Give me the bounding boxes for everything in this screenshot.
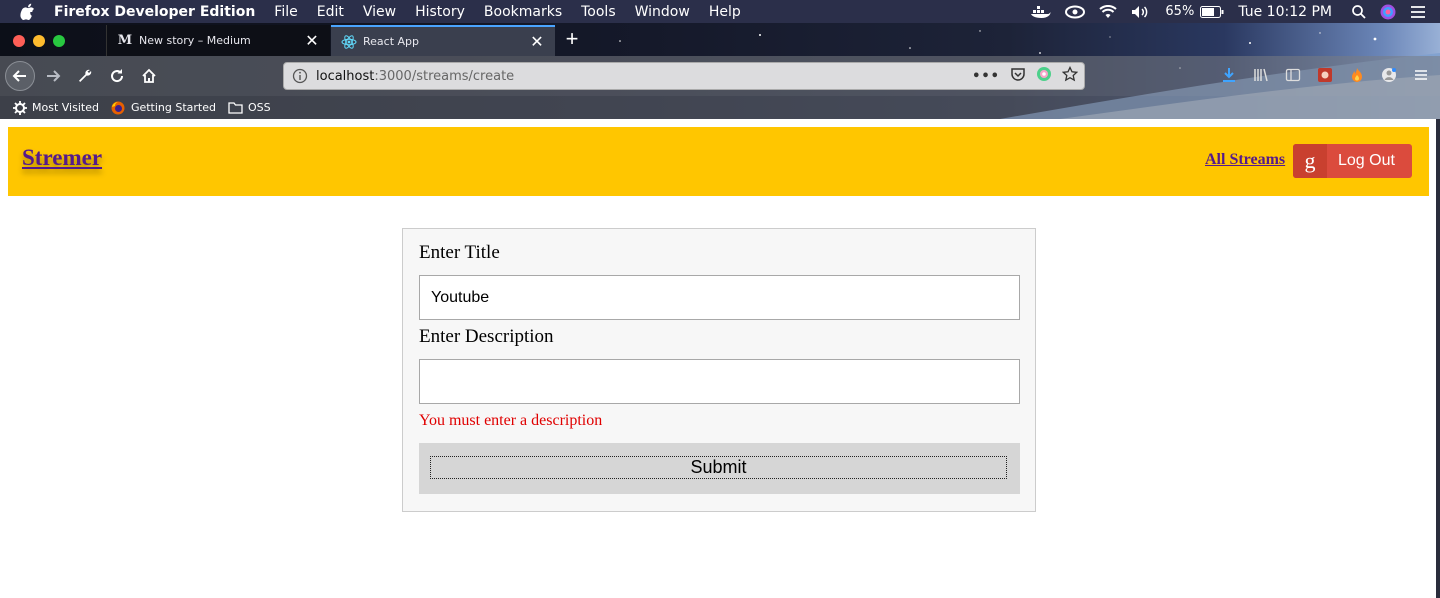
account-icon[interactable] <box>1380 66 1398 84</box>
bookmark-star-icon[interactable] <box>1061 65 1079 86</box>
tab-title: New story – Medium <box>139 34 251 47</box>
navigation-toolbar: localhost:3000/streams/create ••• <box>0 56 1440 96</box>
create-stream-form: Enter Title Enter Description You must e… <box>402 228 1036 512</box>
close-tab-icon[interactable]: ✕ <box>527 32 547 52</box>
sidebar-icon[interactable] <box>1284 66 1302 84</box>
bookmark-getting-started[interactable]: Getting Started <box>111 100 216 115</box>
hamburger-menu-icon[interactable] <box>1412 66 1430 84</box>
close-tab-icon[interactable]: ✕ <box>302 31 322 51</box>
title-input[interactable] <box>419 275 1020 320</box>
forward-arrow-icon[interactable] <box>38 61 68 91</box>
wrench-icon[interactable] <box>70 61 100 91</box>
medium-favicon-icon: M <box>117 33 133 48</box>
tab-title: React App <box>363 35 420 48</box>
menu-history[interactable]: History <box>415 4 465 20</box>
menu-file[interactable]: File <box>274 4 297 20</box>
menu-app-name[interactable]: Firefox Developer Edition <box>54 4 255 20</box>
reload-icon[interactable] <box>102 61 132 91</box>
gear-icon <box>12 100 27 115</box>
toolbar-extensions <box>1220 66 1430 84</box>
brand-link[interactable]: Stremer <box>22 145 102 171</box>
address-bar-actions: ••• <box>972 65 1079 86</box>
site-info-icon[interactable] <box>292 68 308 84</box>
react-favicon-icon <box>341 34 357 50</box>
menu-view[interactable]: View <box>363 4 396 20</box>
back-arrow-icon[interactable] <box>5 61 35 91</box>
spotlight-search-icon[interactable] <box>1352 4 1366 19</box>
submit-button[interactable]: Submit <box>419 443 1020 494</box>
minimize-window-button[interactable] <box>33 35 45 47</box>
siri-icon[interactable] <box>1380 4 1396 20</box>
logout-label: Log Out <box>1338 152 1395 169</box>
bookmark-oss-folder[interactable]: OSS <box>228 100 271 115</box>
downloads-icon[interactable] <box>1220 66 1238 84</box>
window-edge <box>1436 119 1440 598</box>
address-bar[interactable]: localhost:3000/streams/create ••• <box>283 62 1085 90</box>
battery-icon[interactable] <box>1200 5 1224 18</box>
docker-icon[interactable] <box>1031 5 1051 19</box>
zoom-window-button[interactable] <box>53 35 65 47</box>
tab-react-app[interactable]: React App ✕ <box>331 25 555 56</box>
bookmark-label: OSS <box>248 101 271 114</box>
description-label: Enter Description <box>419 326 554 347</box>
description-error-message: You must enter a description <box>419 412 603 429</box>
home-icon[interactable] <box>134 61 164 91</box>
google-g-icon: g <box>1293 144 1327 178</box>
firefox-icon <box>111 100 126 115</box>
tab-medium[interactable]: M New story – Medium ✕ <box>106 25 330 56</box>
menubar-clock[interactable]: Tue 10:12 PM <box>1238 4 1332 20</box>
macos-menu-bar: Firefox Developer Edition File Edit View… <box>0 0 1440 23</box>
extension-red-icon[interactable] <box>1316 66 1334 84</box>
all-streams-link[interactable]: All Streams <box>1205 151 1285 169</box>
apple-logo-icon[interactable] <box>20 3 36 20</box>
menu-tools[interactable]: Tools <box>581 4 616 20</box>
menu-window[interactable]: Window <box>635 4 690 20</box>
creative-cloud-icon[interactable] <box>1065 5 1086 19</box>
bookmark-label: Getting Started <box>130 101 216 114</box>
menubar-status-area: 65% Tue 10:12 PM <box>1031 0 1440 23</box>
browser-chrome: M New story – Medium ✕ React App ✕ + loc… <box>0 23 1440 119</box>
close-window-button[interactable] <box>13 35 25 47</box>
window-controls <box>13 35 65 47</box>
menu-help[interactable]: Help <box>709 4 741 20</box>
url-path: :3000/streams/create <box>374 68 515 84</box>
bookmark-most-visited[interactable]: Most Visited <box>12 100 99 115</box>
title-label: Enter Title <box>419 242 500 263</box>
google-logout-button[interactable]: g Log Out <box>1293 144 1412 178</box>
bookmarks-toolbar: Most Visited Getting Started OSS <box>0 96 1440 119</box>
library-icon[interactable] <box>1252 66 1270 84</box>
menu-edit[interactable]: Edit <box>317 4 344 20</box>
app-header: Stremer All Streams g Log Out <box>8 127 1429 196</box>
pocket-icon[interactable] <box>1010 66 1026 86</box>
page-actions-ellipsis-icon[interactable]: ••• <box>972 69 1000 84</box>
bookmark-label: Most Visited <box>32 101 99 114</box>
web-page: Stremer All Streams g Log Out Enter Titl… <box>0 119 1440 598</box>
tab-strip: M New story – Medium ✕ React App ✕ + <box>0 23 1440 56</box>
extension-flame-icon[interactable] <box>1348 66 1366 84</box>
extension-colorful-icon[interactable] <box>1036 66 1052 86</box>
menu-bookmarks[interactable]: Bookmarks <box>484 4 562 20</box>
description-input[interactable] <box>419 359 1020 404</box>
notification-center-icon[interactable] <box>1410 5 1426 19</box>
folder-icon <box>228 100 243 115</box>
battery-percentage: 65% <box>1165 4 1195 19</box>
url-host: localhost <box>316 68 375 84</box>
submit-button-label: Submit <box>430 456 1007 479</box>
wifi-icon[interactable] <box>1099 4 1118 19</box>
new-tab-plus-icon[interactable]: + <box>560 26 584 51</box>
volume-icon[interactable] <box>1131 5 1151 19</box>
